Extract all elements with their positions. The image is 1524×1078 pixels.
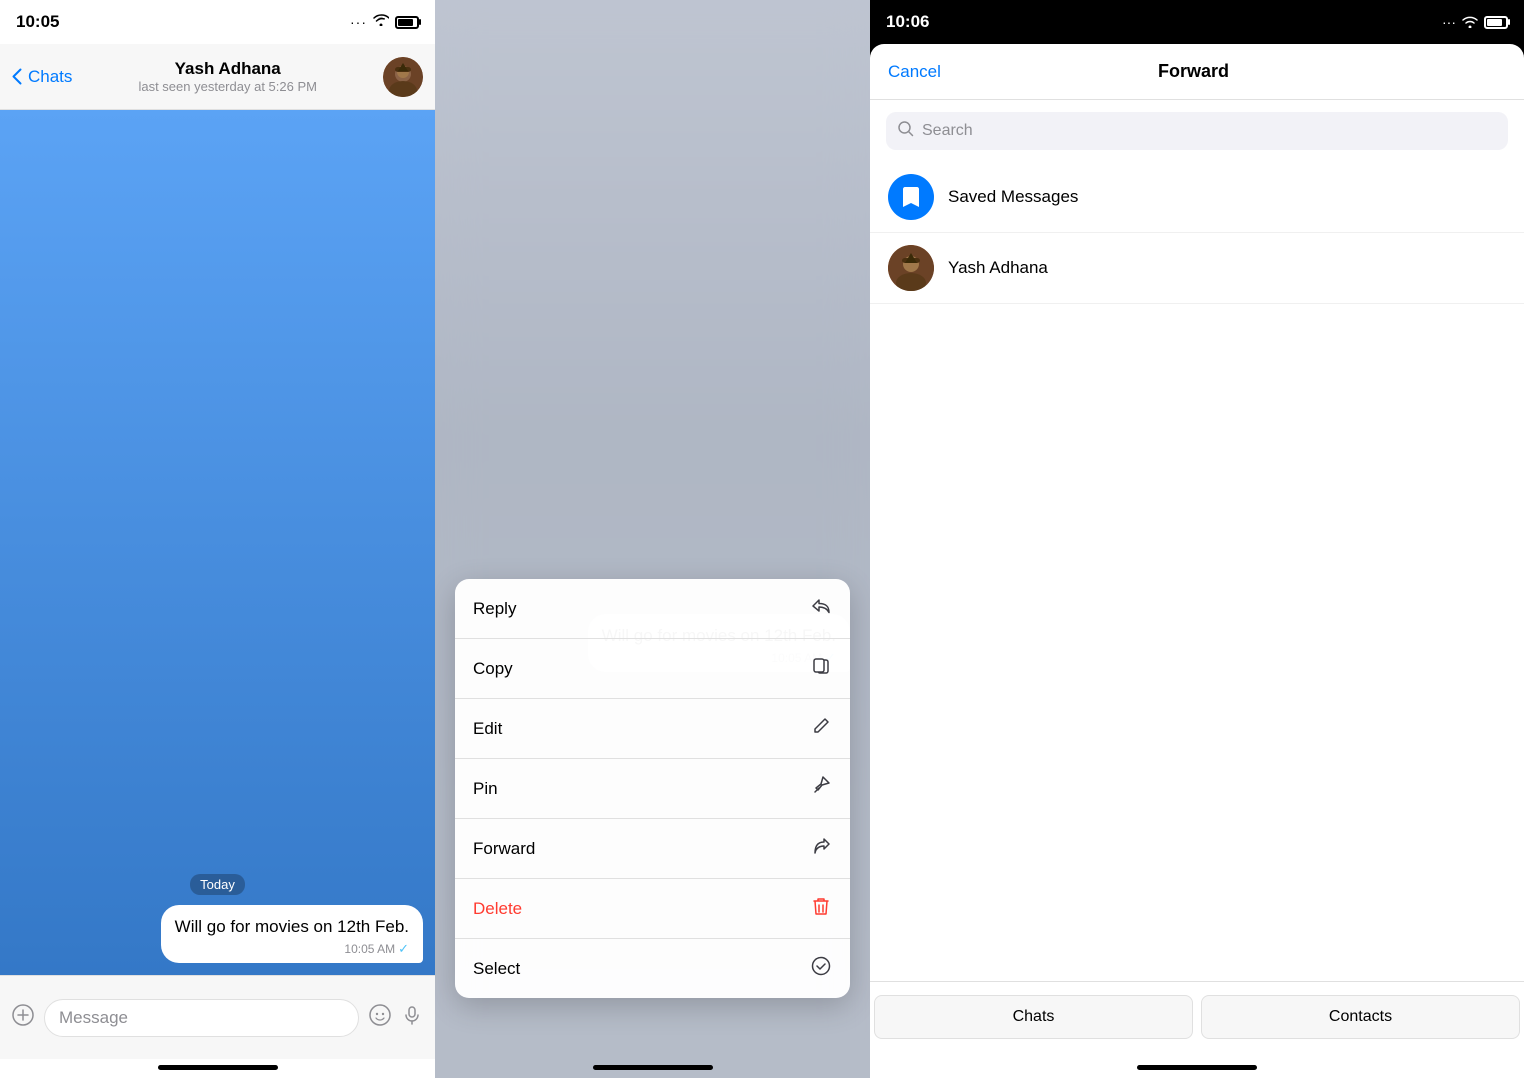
context-menu-copy[interactable]: Copy bbox=[455, 639, 850, 699]
attach-button[interactable] bbox=[12, 1004, 34, 1032]
mic-button[interactable] bbox=[401, 1004, 423, 1032]
forward-signal-icon: ··· bbox=[1442, 14, 1456, 30]
context-menu-reply[interactable]: Reply bbox=[455, 579, 850, 639]
back-label: Chats bbox=[28, 67, 72, 87]
signal-icon: ··· bbox=[350, 14, 367, 30]
message-tick: ✓ bbox=[398, 941, 409, 957]
battery-icon bbox=[395, 16, 419, 29]
forward-search-placeholder: Search bbox=[922, 122, 973, 140]
forward-label: Forward bbox=[473, 839, 535, 859]
forward-cancel-button[interactable]: Cancel bbox=[888, 62, 941, 82]
forward-status-bar: 10:06 ··· bbox=[870, 0, 1524, 44]
wifi-icon bbox=[373, 13, 389, 31]
contact-status: last seen yesterday at 5:26 PM bbox=[138, 79, 316, 94]
contact-avatar[interactable] bbox=[383, 57, 423, 97]
forward-status-time: 10:06 bbox=[886, 12, 929, 32]
context-menu-edit[interactable]: Edit bbox=[455, 699, 850, 759]
pin-icon bbox=[810, 775, 832, 802]
chat-status-icons: ··· bbox=[350, 13, 419, 31]
delete-label: Delete bbox=[473, 899, 522, 919]
edit-icon bbox=[810, 715, 832, 742]
message-input[interactable]: Message bbox=[44, 999, 359, 1037]
message-bubble[interactable]: Will go for movies on 12th Feb. 10:05 AM… bbox=[161, 905, 423, 963]
forward-tab-chats-label: Chats bbox=[1013, 1008, 1055, 1026]
forward-status-icons: ··· bbox=[1442, 14, 1508, 30]
chat-body: Today Will go for movies on 12th Feb. 10… bbox=[0, 110, 435, 975]
reply-icon bbox=[810, 595, 832, 622]
chat-header: Chats Yash Adhana last seen yesterday at… bbox=[0, 44, 435, 110]
forward-header: Cancel Forward bbox=[870, 44, 1524, 100]
reply-label: Reply bbox=[473, 599, 516, 619]
copy-icon bbox=[810, 655, 832, 682]
chat-back-button[interactable]: Chats bbox=[12, 67, 72, 87]
chat-status-time: 10:05 bbox=[16, 12, 59, 32]
chat-input-bar: Message bbox=[0, 975, 435, 1059]
context-menu-select[interactable]: Select bbox=[455, 939, 850, 998]
forward-tab-contacts-label: Contacts bbox=[1329, 1008, 1392, 1026]
context-menu: Reply Copy Edit bbox=[455, 579, 850, 998]
forward-home-indicator bbox=[1137, 1065, 1257, 1070]
forward-contact-yash[interactable]: Yash Adhana bbox=[870, 233, 1524, 304]
yash-avatar bbox=[888, 245, 934, 291]
date-badge: Today bbox=[12, 874, 423, 895]
context-menu-delete[interactable]: Delete bbox=[455, 879, 850, 939]
forward-contact-list: Saved Messages Yash Adhana bbox=[870, 162, 1524, 981]
chat-status-bar: 10:05 ··· bbox=[0, 0, 435, 44]
context-menu-panel: Will go for movies on 12th Feb. 10:05 AM… bbox=[435, 0, 870, 1078]
message-time: 10:05 AM bbox=[344, 942, 395, 956]
avatar-image bbox=[383, 57, 423, 97]
home-indicator bbox=[158, 1065, 278, 1070]
edit-label: Edit bbox=[473, 719, 502, 739]
forward-bottom-tabs: Chats Contacts bbox=[870, 981, 1524, 1061]
forward-panel: 10:06 ··· Cancel Forward bbox=[870, 0, 1524, 1078]
forward-contact-saved-messages[interactable]: Saved Messages bbox=[870, 162, 1524, 233]
message-placeholder: Message bbox=[59, 1008, 128, 1028]
saved-messages-label: Saved Messages bbox=[948, 187, 1078, 207]
copy-label: Copy bbox=[473, 659, 513, 679]
forward-tab-chats[interactable]: Chats bbox=[874, 995, 1193, 1039]
message-text: Will go for movies on 12th Feb. bbox=[175, 917, 409, 936]
chat-header-center: Yash Adhana last seen yesterday at 5:26 … bbox=[80, 59, 375, 94]
forward-icon bbox=[810, 835, 832, 862]
delete-icon bbox=[810, 895, 832, 922]
context-home-indicator bbox=[593, 1065, 713, 1070]
forward-sheet: Cancel Forward Search bbox=[870, 44, 1524, 1078]
forward-battery-icon bbox=[1484, 16, 1508, 29]
forward-tab-contacts[interactable]: Contacts bbox=[1201, 995, 1520, 1039]
forward-title: Forward bbox=[1158, 61, 1229, 82]
yash-adhana-label: Yash Adhana bbox=[948, 258, 1048, 278]
context-menu-forward[interactable]: Forward bbox=[455, 819, 850, 879]
forward-search-icon bbox=[898, 121, 914, 142]
message-meta: 10:05 AM ✓ bbox=[175, 941, 409, 957]
select-icon bbox=[810, 955, 832, 982]
saved-messages-avatar bbox=[888, 174, 934, 220]
context-menu-pin[interactable]: Pin bbox=[455, 759, 850, 819]
contact-name: Yash Adhana bbox=[175, 59, 281, 79]
pin-label: Pin bbox=[473, 779, 498, 799]
forward-wifi-icon bbox=[1462, 16, 1478, 28]
sticker-button[interactable] bbox=[369, 1004, 391, 1032]
forward-search-bar[interactable]: Search bbox=[886, 112, 1508, 150]
chat-panel: 10:05 ··· Chats bbox=[0, 0, 435, 1078]
select-label: Select bbox=[473, 959, 520, 979]
